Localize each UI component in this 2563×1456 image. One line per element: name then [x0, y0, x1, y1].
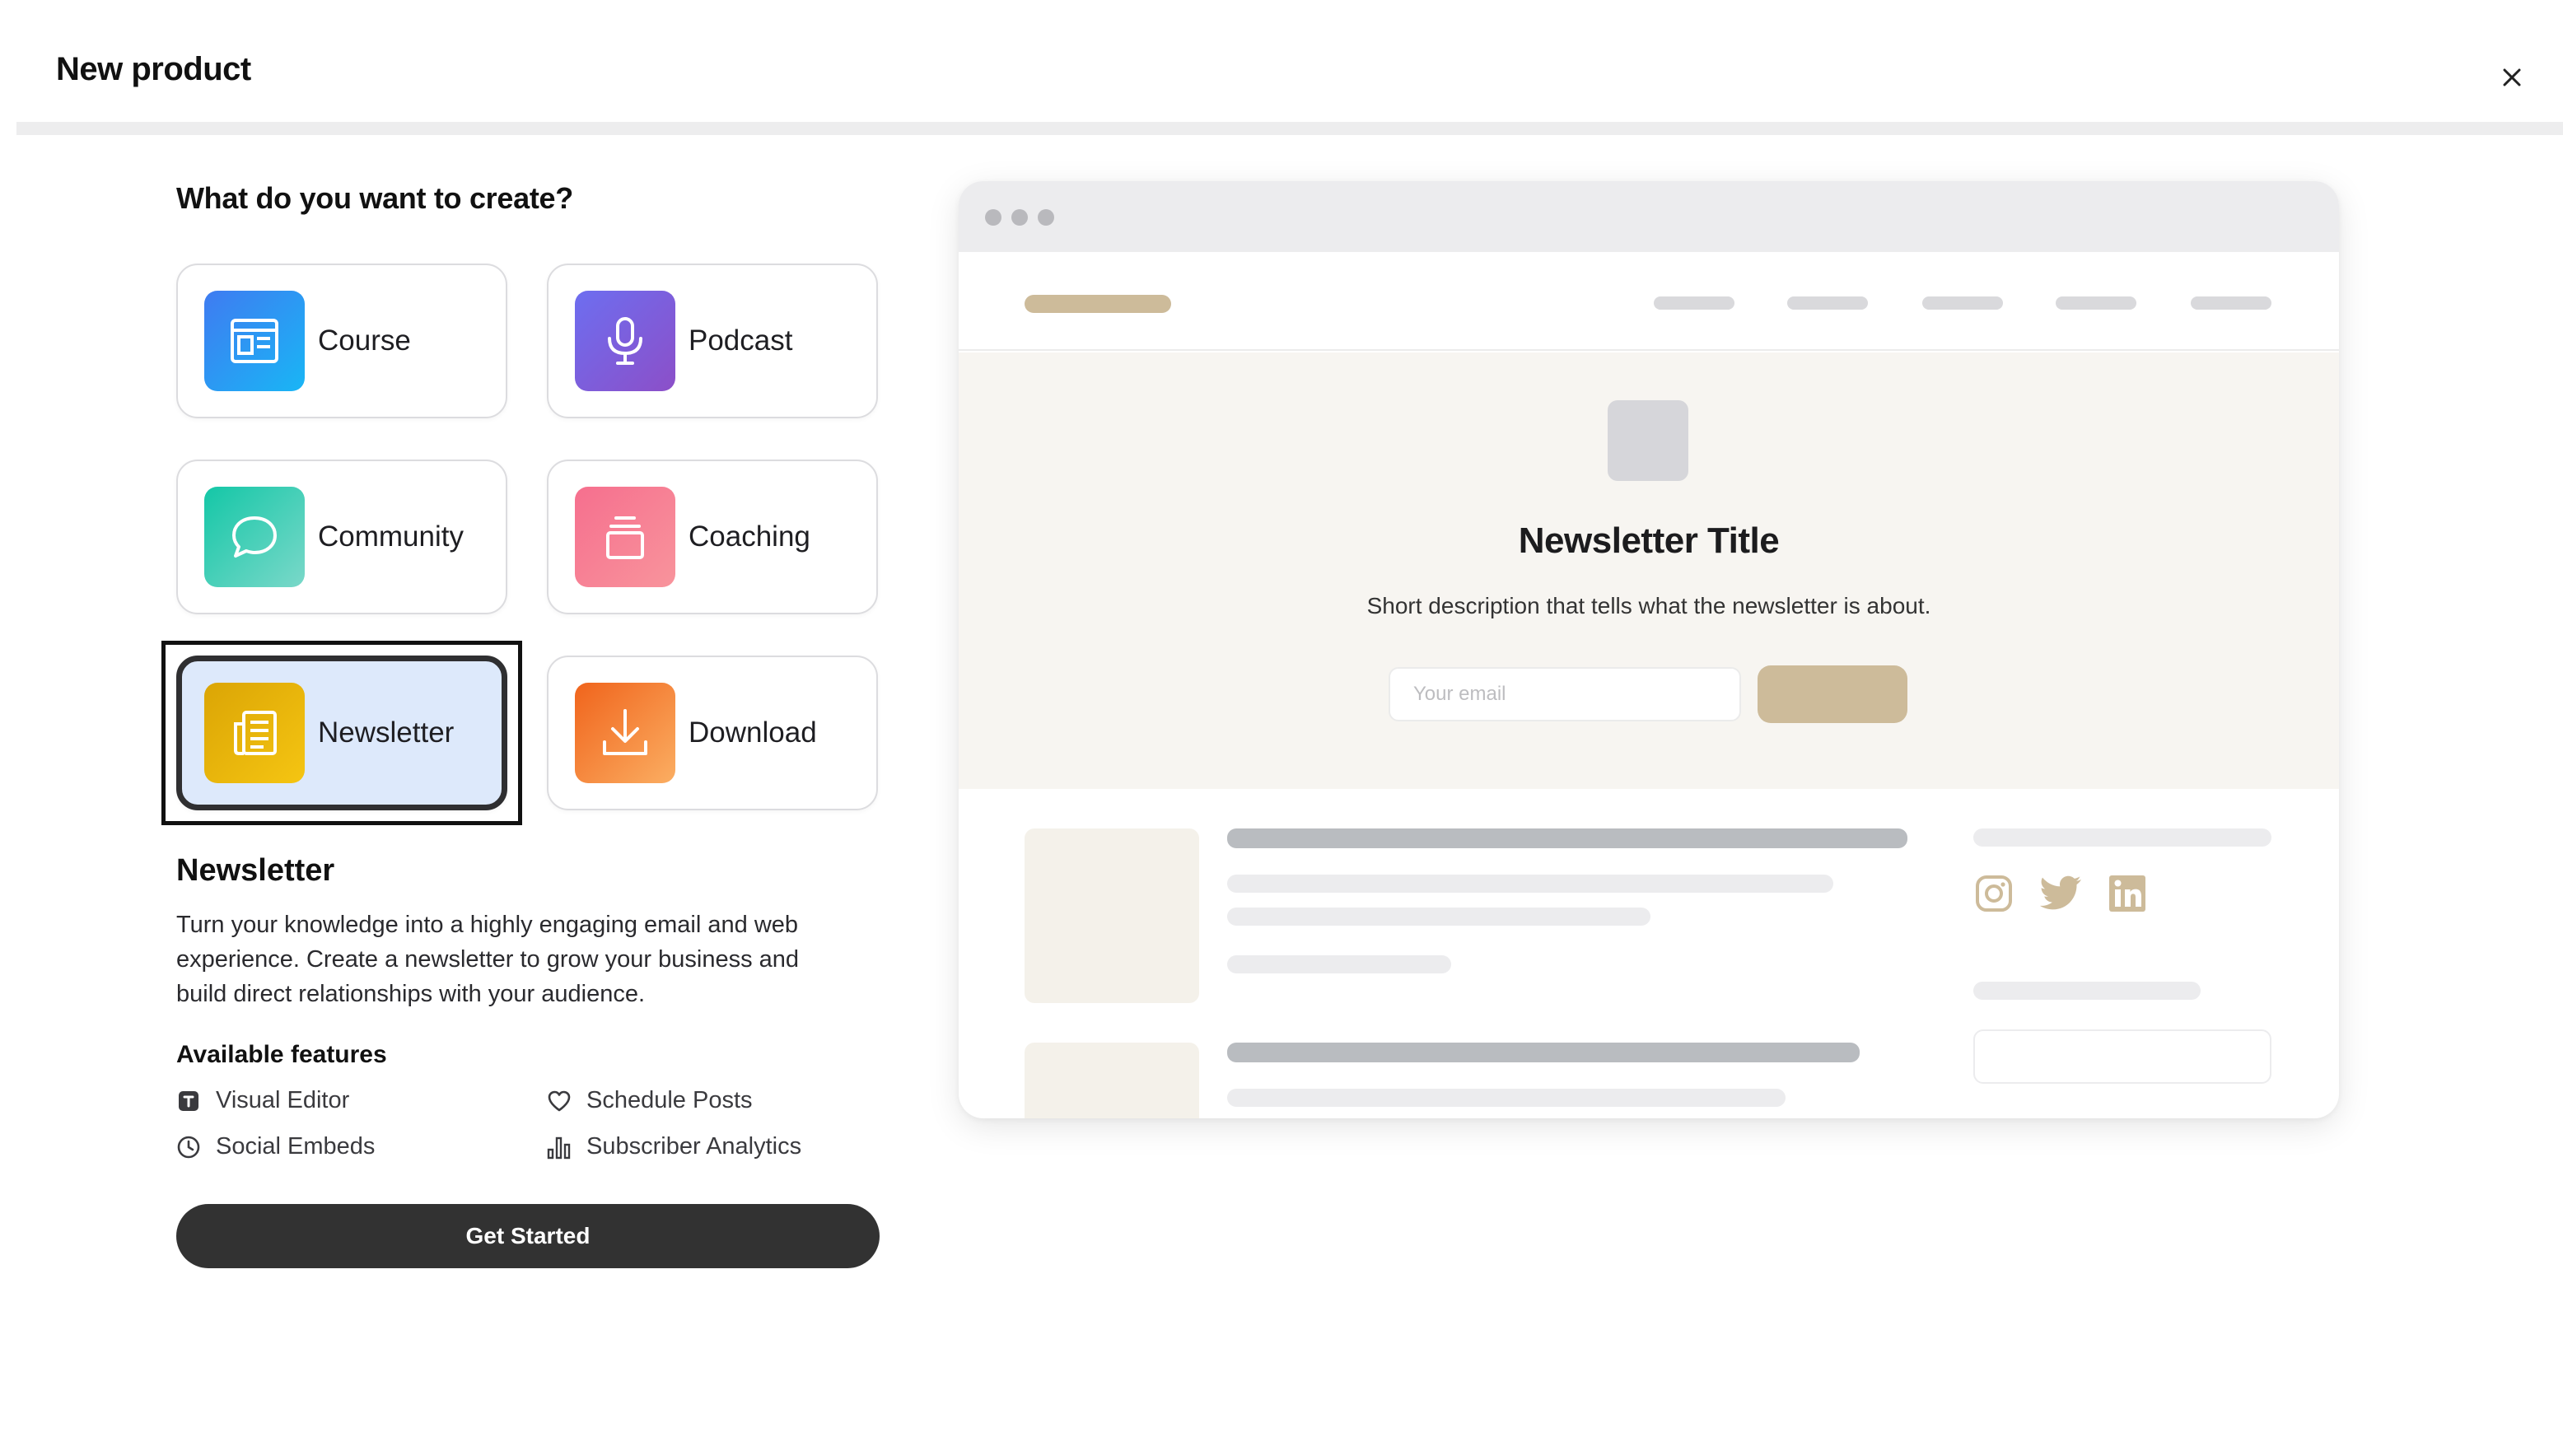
preview-subtitle: Short description that tells what the ne…: [1366, 593, 1931, 618]
microphone-icon: [575, 291, 675, 391]
preview-sidebar-line: [1973, 982, 2201, 1000]
preview-title: Newsletter Title: [1518, 520, 1780, 561]
preview-post-title-line: [1227, 1043, 1860, 1062]
course-icon: [204, 291, 305, 391]
preview-sidebar-input: [1973, 1029, 2271, 1084]
header-divider: [16, 122, 2563, 135]
download-icon: [575, 683, 675, 783]
product-type-question: What do you want to create?: [176, 181, 573, 215]
feature-social-embeds: Social Embeds: [176, 1133, 375, 1160]
modal-header: New product: [0, 0, 2563, 124]
selected-type-description: Turn your knowledge into a highly engagi…: [176, 912, 800, 1007]
preview-post-text-line: [1227, 1089, 1786, 1107]
selected-type-title: Newsletter: [176, 853, 335, 888]
product-card-label: Podcast: [689, 324, 793, 357]
feature-subscriber-analytics: Subscriber Analytics: [547, 1133, 801, 1160]
preview-post-text-line: [1227, 908, 1650, 926]
feature-label: Schedule Posts: [586, 1087, 753, 1113]
preview-post-thumbnail: [1025, 1043, 1199, 1118]
feature-visual-editor: Visual Editor: [176, 1087, 349, 1114]
twitter-icon: [2039, 873, 2084, 914]
product-card-label: Coaching: [689, 520, 810, 553]
feature-schedule-posts: Schedule Posts: [547, 1087, 753, 1114]
preview-site-nav: [959, 252, 2339, 351]
preview-nav-item: [1922, 296, 2003, 310]
product-card-coaching[interactable]: Coaching: [547, 460, 878, 614]
bar-chart-icon: [547, 1135, 572, 1160]
product-card-community[interactable]: Community: [176, 460, 507, 614]
chat-bubble-icon: [204, 487, 305, 587]
browser-chrome: [959, 181, 2339, 252]
heart-icon: [547, 1089, 572, 1113]
preview-post-title-line: [1227, 828, 1907, 848]
newsletter-preview: Newsletter Title Short description that …: [959, 181, 2339, 1118]
features-title: Available features: [176, 1041, 387, 1068]
preview-post-meta-line: [1227, 955, 1451, 973]
preview-logo-placeholder: [1025, 295, 1171, 313]
product-card-podcast[interactable]: Podcast: [547, 264, 878, 418]
preview-nav-item: [1654, 296, 1734, 310]
window-dot: [1038, 209, 1054, 226]
get-started-button[interactable]: Get Started: [176, 1204, 880, 1268]
window-dot: [1011, 209, 1028, 226]
coaching-icon: [575, 487, 675, 587]
page-title: New product: [56, 51, 251, 87]
window-dot: [985, 209, 1001, 226]
feature-label: Social Embeds: [216, 1133, 376, 1160]
instagram-icon: [1973, 873, 2014, 914]
product-card-label: Community: [318, 520, 464, 553]
preview-post-thumbnail: [1025, 828, 1199, 1003]
product-card-course[interactable]: Course: [176, 264, 507, 418]
product-card-download[interactable]: Download: [547, 656, 878, 810]
preview-email-input: [1389, 667, 1741, 721]
product-card-label: Newsletter: [318, 716, 455, 749]
preview-hero: Newsletter Title Short description that …: [959, 352, 2339, 789]
feature-label: Subscriber Analytics: [586, 1133, 802, 1160]
product-card-newsletter[interactable]: Newsletter: [176, 656, 507, 810]
feature-label: Visual Editor: [216, 1087, 350, 1113]
newsletter-icon: [204, 683, 305, 783]
preview-nav-item: [1787, 296, 1868, 310]
preview-nav-item: [2056, 296, 2136, 310]
preview-sidebar-line: [1973, 828, 2271, 847]
close-icon: [2503, 68, 2521, 86]
close-button[interactable]: [2491, 56, 2533, 99]
clock-icon: [176, 1135, 201, 1160]
linkedin-icon: [2107, 873, 2148, 914]
preview-subscribe-button: [1758, 665, 1907, 723]
product-card-label: Download: [689, 716, 817, 749]
preview-avatar-placeholder: [1608, 400, 1688, 481]
text-box-icon: [176, 1089, 201, 1113]
preview-nav-item: [2191, 296, 2271, 310]
product-card-label: Course: [318, 324, 411, 357]
preview-post-text-line: [1227, 875, 1833, 893]
